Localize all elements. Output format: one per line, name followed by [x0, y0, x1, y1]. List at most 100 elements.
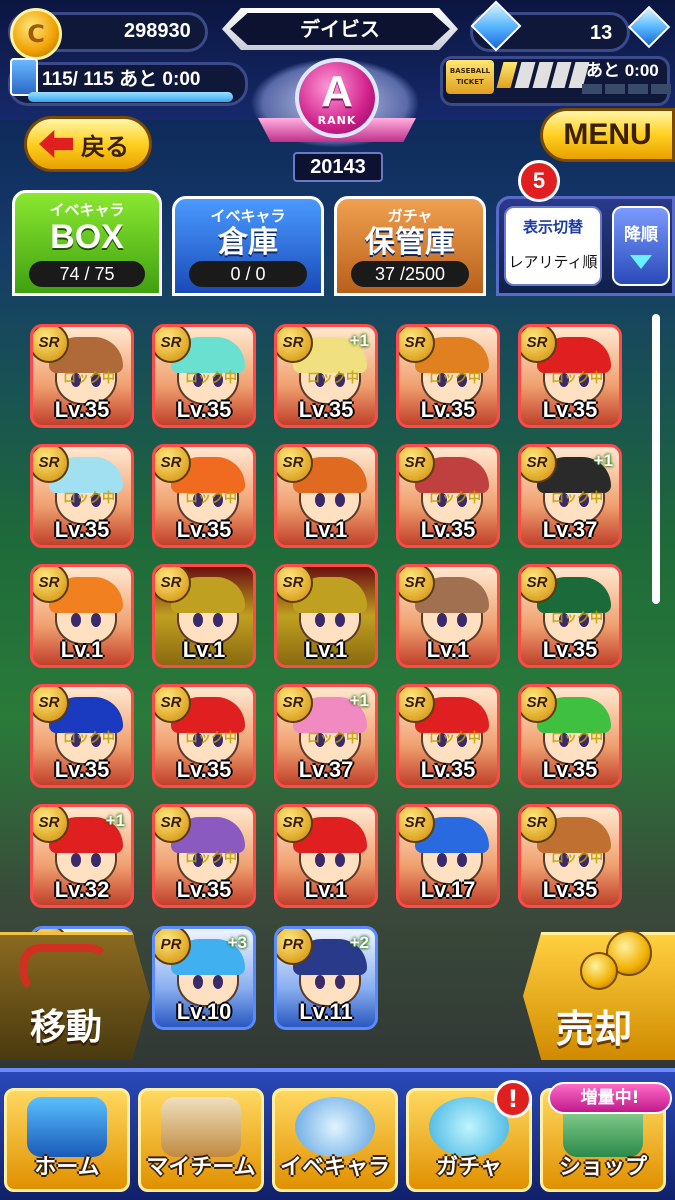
- character-card[interactable]: SR ロック中 Lv.35: [152, 684, 256, 788]
- rarity-badge: SR: [399, 807, 435, 843]
- lock-label: ロック中: [429, 371, 482, 386]
- character-card[interactable]: SR +1 ロック中 Lv.35: [274, 324, 378, 428]
- lock-label: ロック中: [185, 371, 238, 386]
- level-label: Lv.35: [542, 637, 598, 662]
- character-eye: [315, 613, 325, 627]
- level-label: Lv.35: [542, 397, 598, 422]
- character-card[interactable]: SR Lv.1: [30, 564, 134, 668]
- stamina-fill: [28, 92, 233, 102]
- character-card[interactable]: SR ロック中 Lv.35: [518, 564, 622, 668]
- coin-icon: [580, 952, 618, 990]
- character-card[interactable]: SR ロック中 Lv.35: [152, 324, 256, 428]
- character-card[interactable]: SR ロック中 Lv.35: [152, 444, 256, 548]
- rarity-badge: SR: [155, 327, 191, 363]
- character-card[interactable]: SR Lv.1: [274, 804, 378, 908]
- lock-label: ロック中: [307, 371, 360, 386]
- rarity-badge: SR: [521, 687, 557, 723]
- character-card[interactable]: SR Lv.17: [396, 804, 500, 908]
- character-card[interactable]: SR ロック中 Lv.35: [30, 324, 134, 428]
- character-eye: [315, 493, 325, 507]
- character-card[interactable]: SR ロック中 Lv.35: [396, 444, 500, 548]
- team-players-icon: [161, 1097, 241, 1157]
- character-card[interactable]: SR ロック中 Lv.35: [396, 684, 500, 788]
- rarity-badge: SR: [33, 327, 69, 363]
- level-label: Lv.1: [426, 637, 470, 662]
- character-card[interactable]: SR +1 ロック中 Lv.37: [274, 684, 378, 788]
- character-eye: [437, 853, 447, 867]
- level-label: Lv.35: [54, 397, 110, 422]
- lock-label: ロック中: [63, 371, 116, 386]
- lock-label: ロック中: [551, 371, 604, 386]
- ticket-mini-seg: [628, 84, 648, 94]
- level-label: Lv.35: [420, 517, 476, 542]
- back-button[interactable]: 戻る: [24, 116, 152, 172]
- menu-button[interactable]: MENU: [540, 108, 675, 162]
- character-card[interactable]: SR ロック中 Lv.35: [518, 324, 622, 428]
- bonus-plus-label: +1: [349, 331, 369, 350]
- character-eye: [335, 853, 345, 867]
- character-card[interactable]: SR +1 Lv.32: [30, 804, 134, 908]
- character-card[interactable]: SR +1 ロック中 Lv.37: [518, 444, 622, 548]
- rarity-badge: SR: [277, 807, 313, 843]
- lock-label: ロック中: [429, 731, 482, 746]
- lock-label: ロック中: [63, 731, 116, 746]
- rank-emblem[interactable]: A RANK: [295, 58, 379, 138]
- tab-count: 0 / 0: [189, 261, 307, 287]
- stamina-bar: [28, 92, 233, 102]
- level-label: Lv.1: [304, 637, 348, 662]
- display-toggle-button[interactable]: 表示切替 レアリティ順: [504, 206, 602, 286]
- character-card[interactable]: SR ロック中 Lv.35: [518, 804, 622, 908]
- lock-label: ロック中: [185, 491, 238, 506]
- character-eye: [437, 613, 447, 627]
- ticket-icon-label-1: BASEBALL: [449, 67, 491, 75]
- bonus-plus-label: +1: [593, 451, 613, 470]
- level-label: Lv.17: [420, 877, 476, 902]
- ticket-mini-seg: [605, 84, 625, 94]
- lock-label: ロック中: [551, 851, 604, 866]
- character-card[interactable]: PR +3 Lv.10: [152, 926, 256, 1030]
- level-label: Lv.37: [542, 517, 598, 542]
- nav-label: ガチャ: [436, 1155, 502, 1180]
- scrollbar[interactable]: [652, 314, 660, 604]
- character-card[interactable]: SR ロック中 Lv.35: [30, 684, 134, 788]
- character-eye: [91, 853, 101, 867]
- character-eye: [335, 975, 345, 989]
- character-card[interactable]: PR +2 Lv.11: [274, 926, 378, 1030]
- character-card[interactable]: SR Lv.1: [152, 564, 256, 668]
- sort-order-button[interactable]: 降順: [612, 206, 670, 286]
- tab-event-chara-storage[interactable]: イベキャラ 倉庫 0 / 0: [172, 196, 324, 296]
- bonus-plus-label: +1: [349, 691, 369, 710]
- coin-value: 298930: [124, 20, 191, 42]
- rarity-badge: SR: [155, 807, 191, 843]
- character-eye: [213, 975, 223, 989]
- tab-event-chara-box[interactable]: イベキャラ BOX 74 / 75: [12, 190, 162, 296]
- level-label: Lv.1: [182, 637, 226, 662]
- event-chara-icon: [295, 1097, 375, 1157]
- nav-event-chara[interactable]: イベキャラ: [272, 1088, 398, 1192]
- character-card[interactable]: SR Lv.1: [274, 564, 378, 668]
- chevron-down-icon: [630, 255, 652, 269]
- ticket-mini-seg: [651, 84, 671, 94]
- character-card[interactable]: SR ロック中 Lv.35: [396, 324, 500, 428]
- rarity-badge: SR: [399, 447, 435, 483]
- lock-label: ロック中: [185, 731, 238, 746]
- tab-count: 37 /2500: [351, 261, 469, 287]
- character-eye: [335, 613, 345, 627]
- character-card[interactable]: SR ロック中 Lv.35: [30, 444, 134, 548]
- character-eye: [193, 975, 203, 989]
- nav-home[interactable]: ホーム: [4, 1088, 130, 1192]
- character-eye: [457, 853, 467, 867]
- character-card[interactable]: SR ロック中 Lv.35: [518, 684, 622, 788]
- nav-label: ショップ: [558, 1155, 647, 1180]
- level-label: Lv.11: [299, 999, 353, 1024]
- character-card[interactable]: SR Lv.1: [396, 564, 500, 668]
- nav-my-team[interactable]: マイチーム: [138, 1088, 264, 1192]
- level-label: Lv.35: [542, 757, 598, 782]
- character-card[interactable]: SR ロック中 Lv.35: [152, 804, 256, 908]
- level-label: Lv.1: [60, 637, 104, 662]
- character-eye: [457, 613, 467, 627]
- character-card[interactable]: SR Lv.1: [274, 444, 378, 548]
- rank-word: RANK: [317, 113, 357, 127]
- tab-gacha-vault[interactable]: ガチャ 保管庫 37 /2500: [334, 196, 486, 296]
- rarity-badge: SR: [521, 807, 557, 843]
